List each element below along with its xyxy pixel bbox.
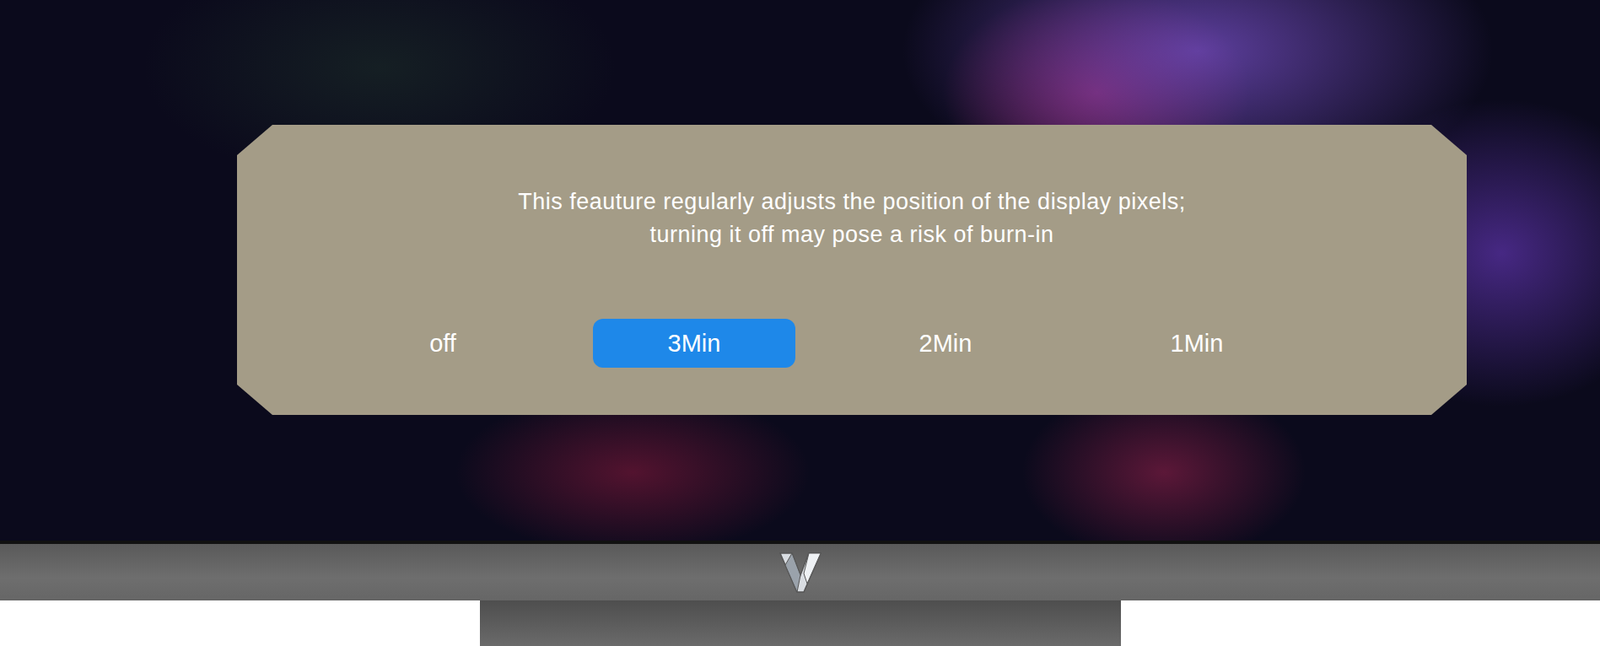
- monitor-screen: This feauture regularly adjusts the posi…: [0, 0, 1600, 541]
- option-row: off 3Min 2Min 1Min: [237, 318, 1467, 368]
- dialog-message: This feauture regularly adjusts the posi…: [237, 185, 1467, 252]
- monitor-page: This feauture regularly adjusts the posi…: [0, 0, 1600, 646]
- message-line: turning it off may pose a risk of burn-i…: [237, 218, 1467, 252]
- message-line: This feauture regularly adjusts the posi…: [237, 185, 1467, 219]
- pixel-shift-dialog: This feauture regularly adjusts the posi…: [237, 124, 1467, 415]
- option-button[interactable]: 1Min: [1095, 318, 1299, 368]
- monitor-bezel: [0, 540, 1600, 601]
- monitor-stand: [479, 600, 1121, 646]
- option-button[interactable]: off: [341, 318, 545, 368]
- option-button[interactable]: 3Min: [592, 318, 796, 368]
- option-button[interactable]: 2Min: [844, 318, 1047, 368]
- brand-logo-icon: [776, 549, 825, 596]
- stand-row: [0, 600, 1600, 646]
